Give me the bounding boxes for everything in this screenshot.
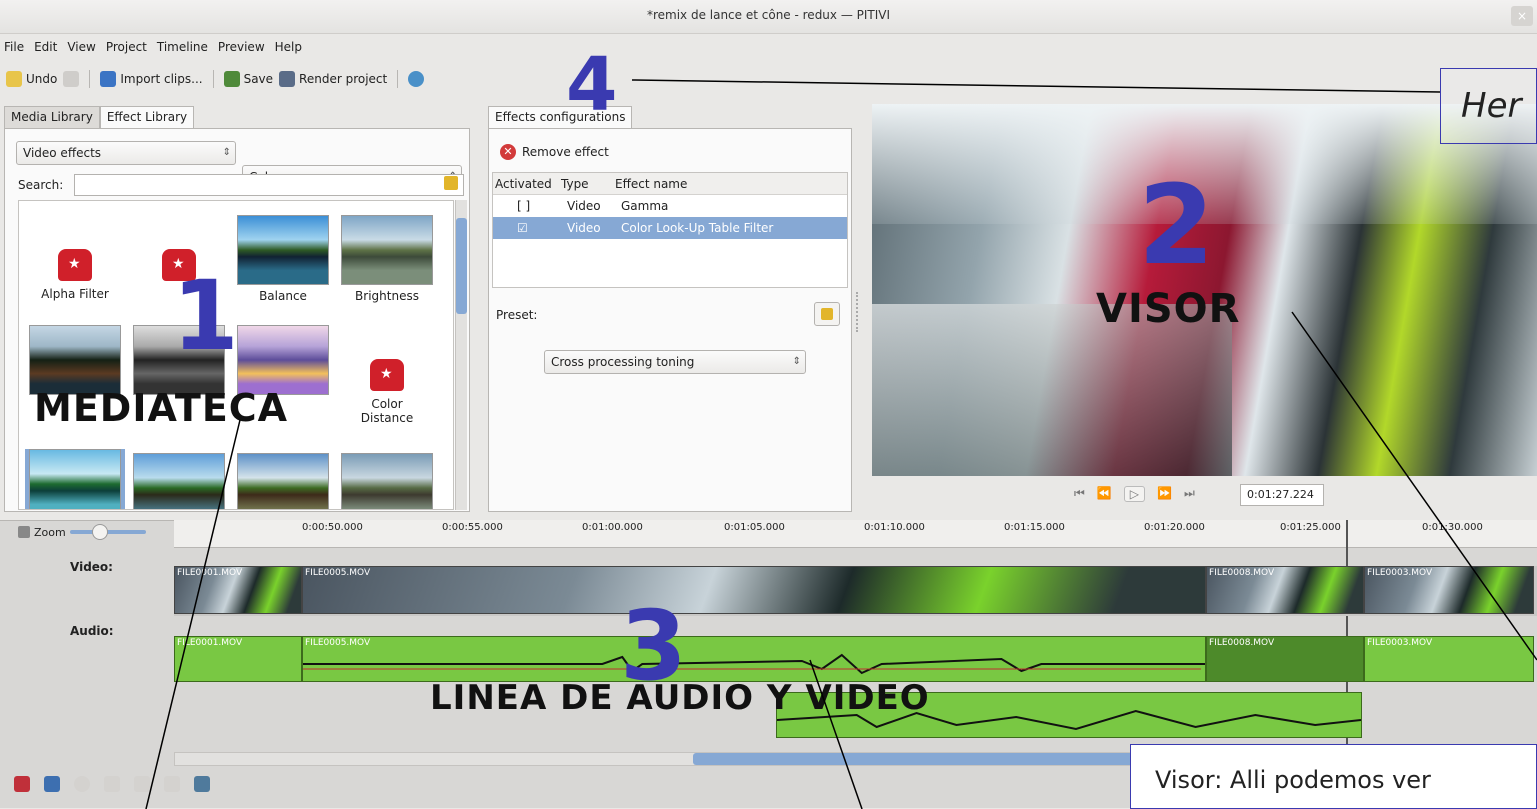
annotation-lines xyxy=(145,79,1537,809)
